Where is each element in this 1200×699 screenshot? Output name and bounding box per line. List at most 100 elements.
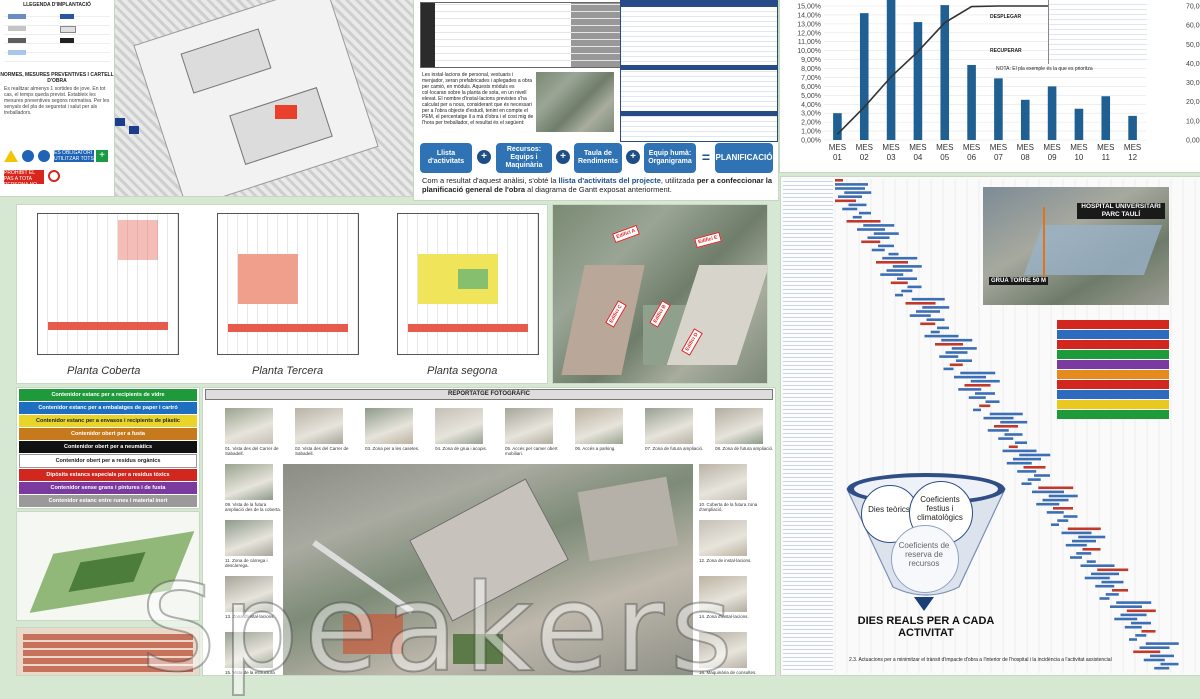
gantt-bar bbox=[878, 244, 894, 248]
gantt-bar bbox=[941, 338, 973, 342]
flow-resources: Recursos: Equips i Maquinària bbox=[496, 143, 552, 173]
waste-row: Contenidor sense grans i pintures i de f… bbox=[19, 482, 197, 494]
warning-icon bbox=[4, 150, 18, 162]
gantt-bar bbox=[1076, 552, 1092, 555]
hospital-label: HOSPITAL UNIVERSITARI PARC TAULÍ bbox=[1077, 203, 1165, 219]
gantt-bar bbox=[895, 293, 903, 297]
bar bbox=[994, 78, 1003, 140]
gantt-bar bbox=[964, 384, 991, 387]
bar bbox=[886, 0, 896, 141]
x-tick-label: MES bbox=[990, 143, 1007, 152]
gantt-bar bbox=[1006, 461, 1032, 465]
y-tick-label: 4,00% bbox=[801, 102, 821, 109]
duration-funnel: Dies teòrics Coeficients festius i clima… bbox=[841, 469, 1011, 609]
bar bbox=[1047, 86, 1057, 140]
sign-prohibited: PROHIBIT EL PAS A TOTA PERSONA NO AUTORI… bbox=[4, 170, 44, 184]
gantt-footer: 2.3. Actuacions per a minimitzar el tràn… bbox=[849, 657, 1112, 663]
report-photo bbox=[699, 576, 747, 612]
y2-tick-label: 10,00% bbox=[1186, 118, 1200, 125]
gantt-legend bbox=[1057, 319, 1169, 433]
x-tick-label: 02 bbox=[860, 153, 869, 162]
photo-caption: 14. Zona d'instal·lacions. bbox=[699, 614, 749, 619]
gantt-bar bbox=[871, 248, 885, 252]
report-photo bbox=[225, 576, 273, 612]
gantt-bar bbox=[1036, 502, 1060, 506]
resources-table bbox=[420, 2, 622, 68]
flow-performance: Taula de Rendiments bbox=[574, 143, 622, 173]
y-tick-label: 8,00% bbox=[801, 66, 821, 73]
x-tick-label: 12 bbox=[1128, 153, 1137, 162]
site-3d-model bbox=[17, 512, 199, 620]
flow-planning: PLANIFICACIÓ bbox=[715, 143, 773, 173]
photo-caption: 03. Zona per a les casetes. bbox=[365, 446, 420, 451]
waste-row: Contenidor estanc per a embalatges de pa… bbox=[19, 402, 197, 414]
plan-label-coberta: Planta Coberta bbox=[67, 365, 141, 377]
gantt-bar bbox=[1032, 490, 1064, 494]
gantt-bar bbox=[897, 277, 917, 280]
waste-containers-panel: Contenidor estanc per a recipients de vi… bbox=[17, 388, 199, 508]
photo-caption: 07. Zona de futura ampliació. bbox=[645, 446, 704, 451]
photo-caption: 01. Vista des del Carrer de Sabadell. bbox=[225, 446, 279, 456]
gantt-bar bbox=[1053, 507, 1073, 510]
waste-row: Contenidor estanc per a envasos i recipi… bbox=[19, 415, 197, 427]
plus-icon: + bbox=[477, 150, 491, 164]
gantt-bar bbox=[846, 220, 881, 223]
sign-epi: ES OBLIGATORI UTILITZAR TOTS ELS EQUIPS … bbox=[54, 150, 94, 162]
gantt-bar bbox=[1101, 580, 1124, 584]
gantt-bar bbox=[848, 203, 867, 207]
y-tick-label: 5,00% bbox=[801, 93, 821, 100]
funnel-reserve: Coeficients de reserva de recursos bbox=[898, 541, 950, 568]
y-tick-label: 14,00% bbox=[797, 12, 821, 19]
gantt-bar bbox=[1051, 523, 1059, 526]
waste-row: Dipòsits estancs especials per a residus… bbox=[19, 469, 197, 481]
gantt-bar bbox=[1000, 420, 1028, 424]
photo-caption: 06. Accés a parking. bbox=[575, 446, 616, 451]
y-tick-label: 12,00% bbox=[797, 30, 821, 37]
legend-title: LLEGENDA D'IMPLANTACIÓ bbox=[23, 2, 91, 8]
gantt-panel: HOSPITAL UNIVERSITARI PARC TAULÍ GRUA TO… bbox=[781, 177, 1200, 675]
report-photo bbox=[645, 408, 693, 444]
report-photo bbox=[575, 408, 623, 444]
y-tick-label: 11,00% bbox=[798, 39, 821, 46]
gantt-bar bbox=[1034, 474, 1050, 477]
waste-row: Contenidor estanc per a recipients de vi… bbox=[19, 389, 197, 401]
gantt-bar bbox=[838, 195, 862, 198]
gantt-bar bbox=[1124, 625, 1142, 629]
gantt-bar bbox=[973, 408, 981, 412]
gantt-bar bbox=[835, 199, 856, 203]
gantt-bar bbox=[1023, 466, 1046, 469]
gantt-bar bbox=[859, 211, 871, 215]
gantt-bar bbox=[876, 261, 908, 264]
gantt-bar bbox=[1135, 634, 1147, 637]
gantt-bar bbox=[1004, 433, 1023, 436]
gantt-bar bbox=[926, 318, 945, 321]
gantt-bar bbox=[907, 285, 922, 289]
bar bbox=[1128, 115, 1137, 140]
x-tick-label: MES bbox=[1017, 143, 1034, 152]
bar bbox=[1101, 96, 1111, 140]
gantt-bar bbox=[956, 359, 972, 362]
boots-icon bbox=[38, 150, 50, 162]
legend-grid bbox=[4, 10, 110, 70]
bar bbox=[1074, 108, 1084, 140]
gantt-bar bbox=[975, 392, 995, 395]
x-tick-label: 03 bbox=[887, 153, 896, 162]
gantt-bar bbox=[1013, 457, 1041, 461]
y-tick-label: 1,00% bbox=[801, 129, 821, 136]
gantt-bar bbox=[1008, 445, 1018, 449]
gantt-bar bbox=[1046, 511, 1064, 514]
gantt-bar bbox=[835, 183, 868, 186]
bar bbox=[1020, 99, 1030, 140]
gantt-bar bbox=[1072, 539, 1096, 543]
photo-caption: 09. Vista de la futura ampliació des de … bbox=[225, 502, 282, 512]
building-label-e: Edifici E bbox=[694, 231, 722, 249]
gantt-bar bbox=[970, 379, 1000, 383]
flow-team: Equip humà: Organigrama bbox=[644, 143, 696, 173]
plan-label-tercera: Planta Tercera bbox=[252, 365, 324, 377]
report-photo bbox=[699, 464, 747, 500]
buildings-aerial: Edifici A Edifici B Edifici C Edifici D … bbox=[553, 205, 767, 383]
bar bbox=[913, 22, 923, 140]
gantt-bar bbox=[901, 289, 913, 293]
y2-tick-label: 60,00% bbox=[1186, 23, 1200, 30]
gantt-bar bbox=[968, 396, 986, 399]
